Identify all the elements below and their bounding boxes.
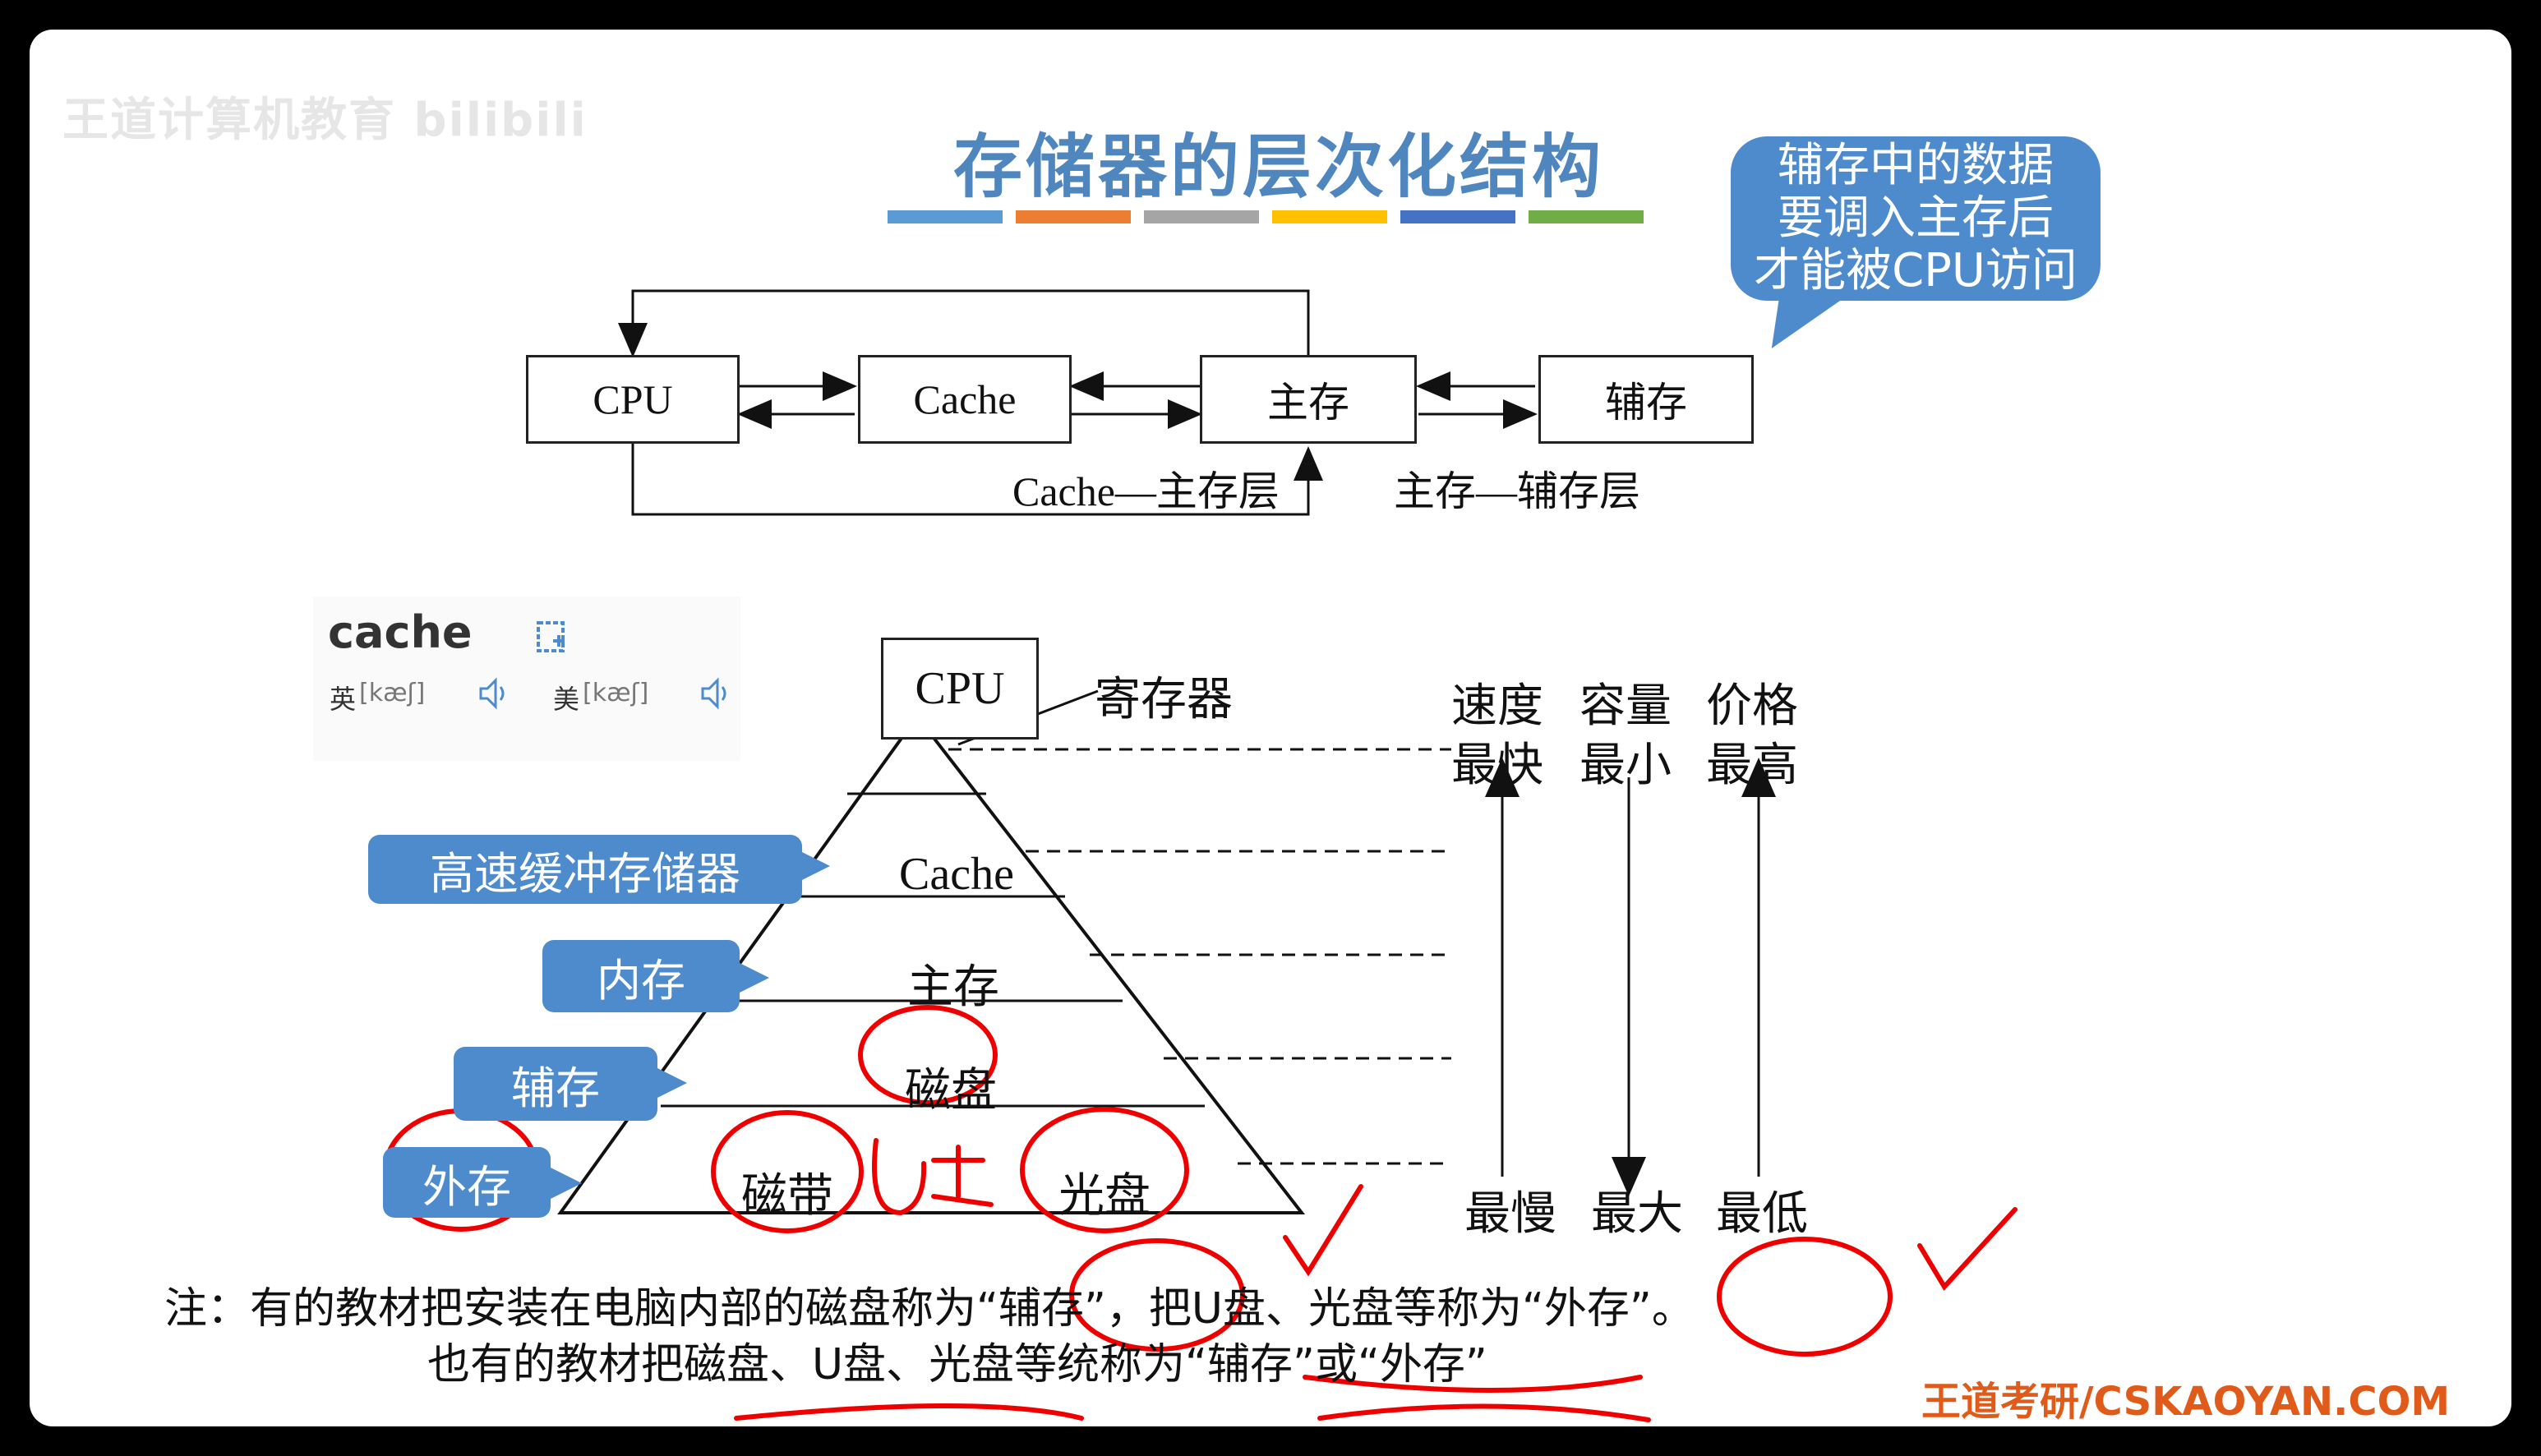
- price-header: 价格: [1706, 681, 1798, 732]
- slide: 王道计算机教育 bilibili 存储器的层次化结构 辅存中的数据 要调入主存后…: [30, 30, 2511, 1426]
- capacity-top: 最小: [1579, 740, 1672, 791]
- pyramid-disk-label: 磁盘: [905, 1066, 997, 1117]
- note-line-2: 也有的教材把磁盘、U盘、光盘等统称为“辅存”或“外存”: [427, 1340, 1487, 1389]
- ext-tag: 外存: [383, 1147, 551, 1218]
- footer-brand: 王道考研/CSKAOYAN.COM: [1921, 1379, 2451, 1425]
- speed-bottom: 最慢: [1464, 1189, 1556, 1240]
- note-line-1: 注：有的教材把安装在电脑内部的磁盘称为“辅存”，把U盘、光盘等称为“外存”。: [164, 1284, 1695, 1334]
- main-tag: 内存: [542, 940, 740, 1012]
- price-top: 最高: [1706, 740, 1798, 791]
- capacity-bottom: 最大: [1591, 1189, 1683, 1240]
- cache-tag: 高速缓冲存储器: [368, 835, 802, 904]
- price-bottom: 最低: [1716, 1189, 1808, 1240]
- speed-top: 最快: [1451, 740, 1543, 791]
- pyramid-cpu-box: CPU: [881, 638, 1039, 740]
- capacity-header: 容量: [1579, 681, 1672, 732]
- pyramid-optical-label: 光盘: [1058, 1171, 1151, 1222]
- pyramid-cache-label: Cache: [899, 849, 1014, 900]
- register-label: 寄存器: [1095, 675, 1233, 726]
- pyramid-main-label: 主存: [907, 962, 999, 1013]
- ext-tag-tail: [546, 1165, 582, 1201]
- speed-header: 速度: [1451, 681, 1543, 732]
- pyramid-tape-label: 磁带: [741, 1171, 833, 1222]
- aux-tag: 辅存: [454, 1047, 657, 1121]
